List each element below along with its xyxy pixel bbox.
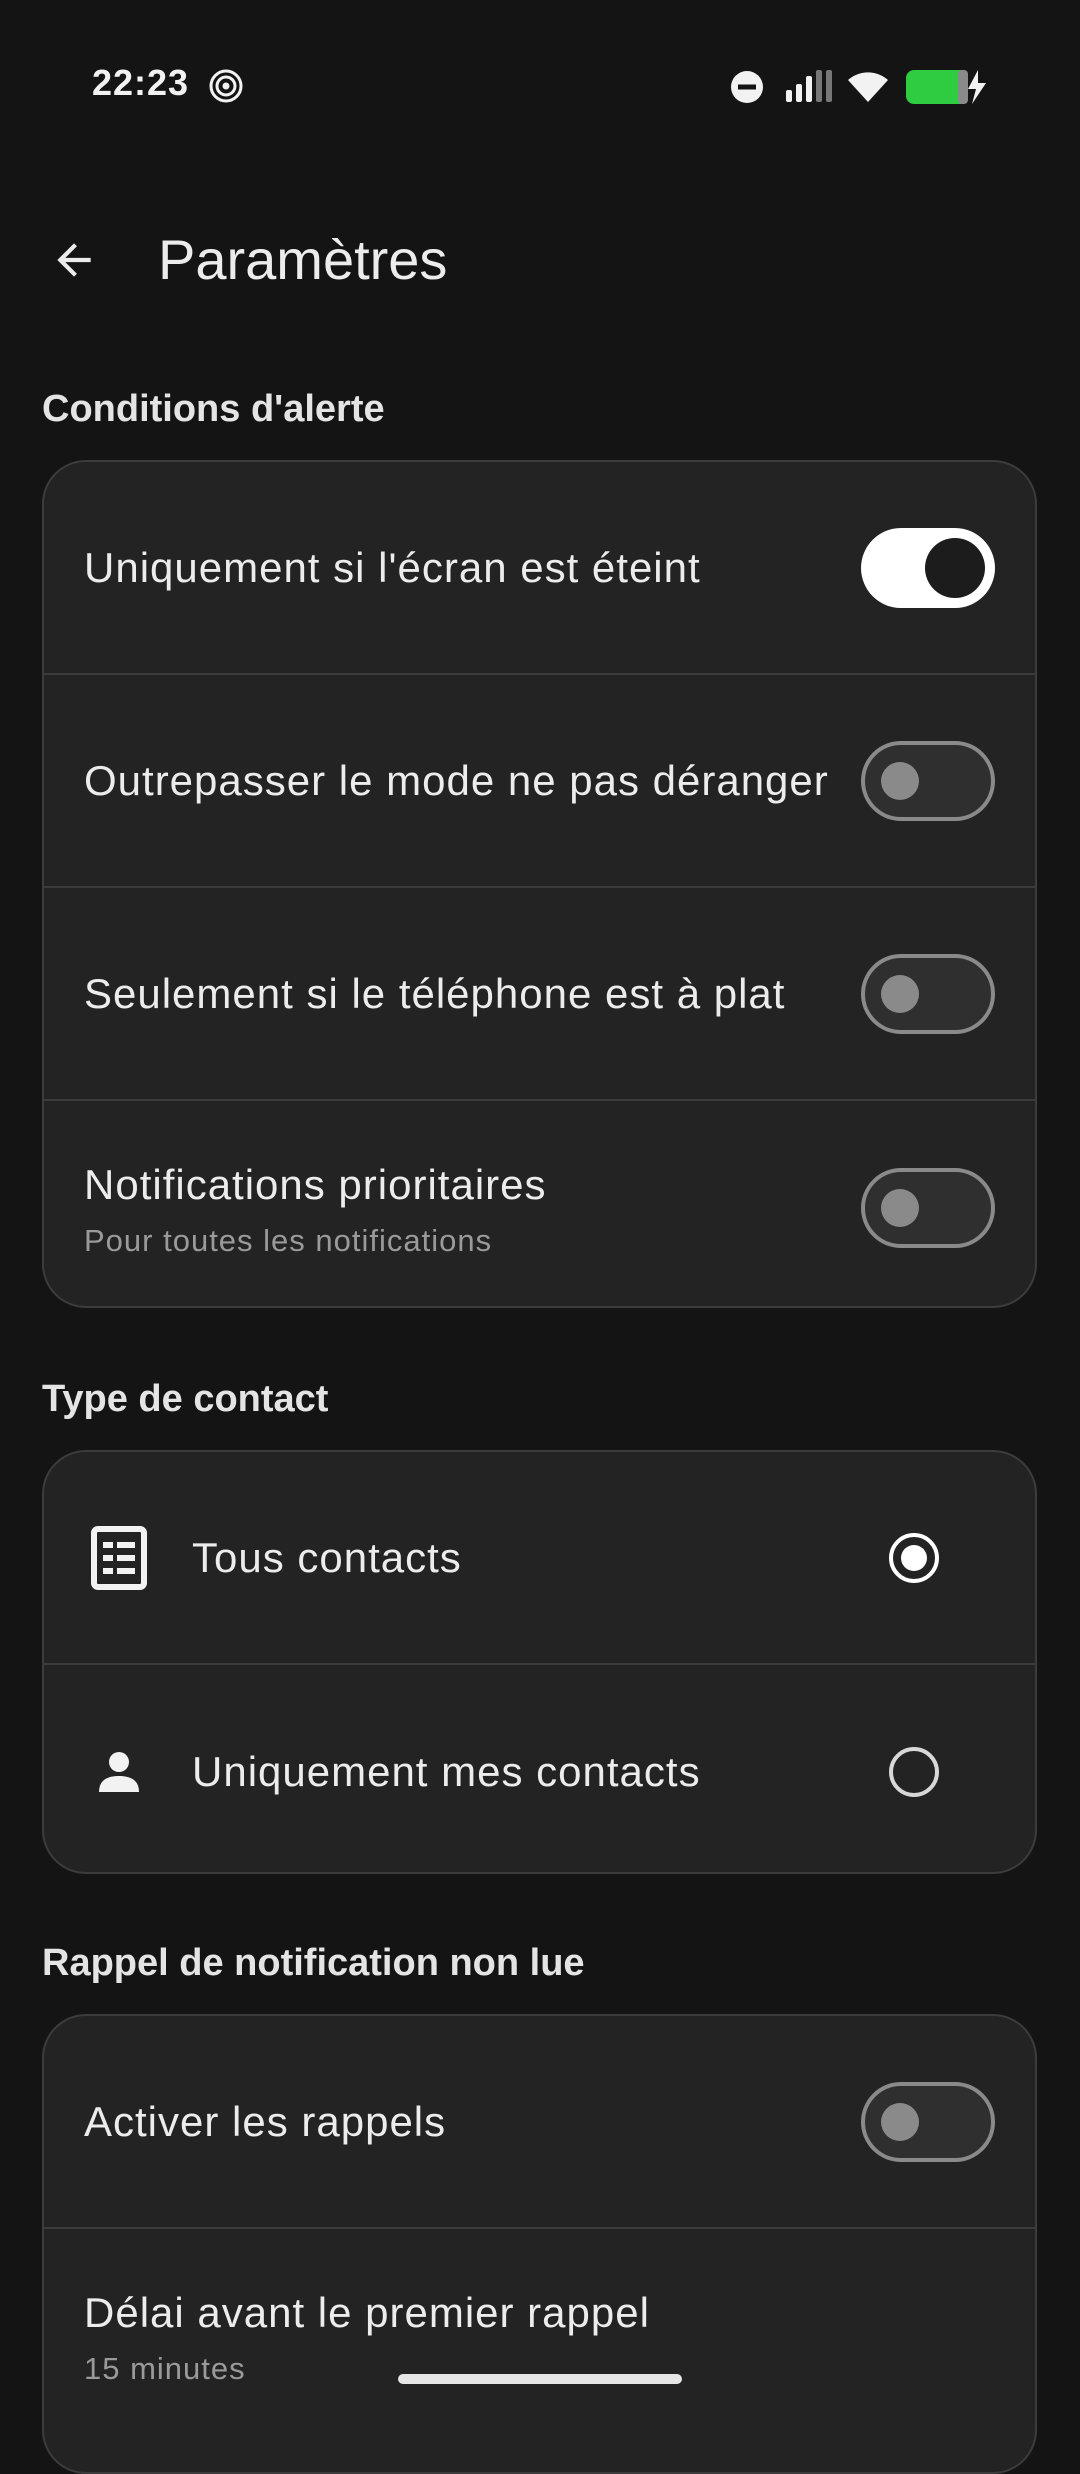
radio-row-my-contacts[interactable]: Uniquement mes contacts — [44, 1665, 1035, 1872]
all-contacts-radio[interactable] — [889, 1532, 939, 1583]
status-time: 22:23 — [92, 62, 190, 103]
setting-label: Activer les rappels — [84, 2097, 447, 2145]
wifi-icon — [846, 70, 890, 109]
alert-conditions-card: Uniquement si l'écran est éteint Outrepa… — [42, 460, 1037, 1308]
back-button[interactable] — [38, 224, 110, 296]
section-header-reminder: Rappel de notification non lue — [42, 1942, 585, 1984]
app-bar: Paramètres — [0, 200, 1080, 320]
person-icon — [84, 1737, 154, 1807]
contact-type-card: Tous contacts Uniquement mes contacts — [42, 1450, 1037, 1874]
setting-row-enable-reminders[interactable]: Activer les rappels — [44, 2016, 1035, 2229]
setting-row-phone-flat[interactable]: Seulement si le téléphone est à plat — [44, 888, 1035, 1101]
setting-subtitle: Pour toutes les notifications — [84, 1223, 493, 1258]
home-indicator[interactable] — [398, 2374, 682, 2384]
radio-label: Tous contacts — [192, 1533, 462, 1581]
setting-label: Notifications prioritaires — [84, 1161, 547, 1208]
setting-label: Délai avant le premier rappel — [84, 2289, 650, 2336]
setting-subtitle: 15 minutes — [84, 2351, 246, 2386]
battery-charging-icon — [906, 68, 990, 111]
section-header-contact-type: Type de contact — [42, 1378, 329, 1420]
contacts-list-icon — [84, 1523, 154, 1593]
setting-row-override-dnd[interactable]: Outrepasser le mode ne pas déranger — [44, 675, 1035, 888]
arrow-back-icon — [57, 243, 91, 277]
hotspot-icon — [208, 68, 244, 109]
setting-row-first-reminder-delay[interactable]: Délai avant le premier rappel 15 minutes — [44, 2229, 1035, 2442]
setting-row-priority-notifications[interactable]: Notifications prioritaires Pour toutes l… — [44, 1101, 1035, 1306]
dnd-icon — [730, 70, 764, 109]
priority-notifications-toggle[interactable] — [861, 1167, 995, 1248]
override-dnd-toggle[interactable] — [861, 740, 995, 821]
radio-label: Uniquement mes contacts — [192, 1747, 701, 1795]
setting-label: Outrepasser le mode ne pas déranger — [84, 756, 829, 804]
my-contacts-radio[interactable] — [889, 1746, 939, 1797]
status-bar: 22:23 — [0, 0, 1080, 170]
screen-off-toggle[interactable] — [861, 527, 995, 608]
signal-icon — [786, 70, 834, 109]
setting-label: Uniquement si l'écran est éteint — [84, 543, 701, 591]
enable-reminders-toggle[interactable] — [861, 2081, 995, 2162]
setting-label: Seulement si le téléphone est à plat — [84, 969, 786, 1017]
phone-flat-toggle[interactable] — [861, 953, 995, 1034]
radio-row-all-contacts[interactable]: Tous contacts — [44, 1452, 1035, 1665]
section-header-alert-conditions: Conditions d'alerte — [42, 388, 385, 430]
reminder-card: Activer les rappels Délai avant le premi… — [42, 2014, 1037, 2474]
setting-row-screen-off[interactable]: Uniquement si l'écran est éteint — [44, 462, 1035, 675]
page-title: Paramètres — [158, 228, 448, 291]
